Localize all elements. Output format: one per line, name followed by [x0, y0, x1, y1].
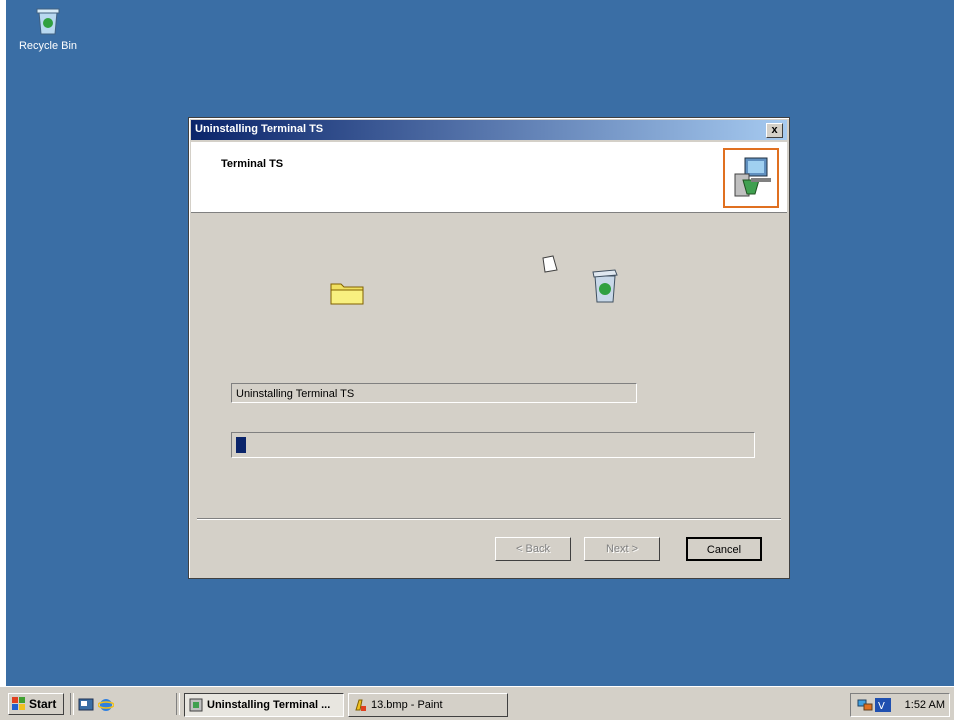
back-button[interactable]: < Back [495, 537, 571, 561]
taskbar-separator [70, 693, 74, 715]
task-label: Uninstalling Terminal ... [207, 699, 331, 711]
language-icon[interactable]: V [875, 698, 891, 712]
start-button[interactable]: Start [8, 693, 64, 715]
status-text: Uninstalling Terminal TS [231, 383, 637, 403]
flying-document-icon [539, 254, 559, 279]
paint-icon [353, 698, 367, 712]
recycle-bin-icon [34, 6, 62, 36]
setup-computer-icon [723, 148, 779, 208]
taskbar: Start Uninstalling Terminal ... 13.bmp -… [0, 686, 954, 720]
desktop-icon-recycle-bin[interactable]: Recycle Bin [16, 6, 80, 52]
start-label: Start [29, 697, 57, 711]
separator [197, 518, 781, 520]
next-button[interactable]: Next > [584, 537, 660, 561]
recycle-bin-icon [589, 268, 621, 307]
progress-bar [231, 432, 755, 458]
network-icon[interactable] [857, 698, 873, 712]
clock[interactable]: 1:52 AM [905, 699, 945, 711]
svg-text:V: V [878, 701, 885, 712]
close-button[interactable]: x [766, 123, 783, 138]
uninstall-dialog: Uninstalling Terminal TS x Terminal TS U… [188, 117, 790, 579]
taskbar-button-paint[interactable]: 13.bmp - Paint [348, 693, 508, 717]
internet-explorer-icon[interactable] [97, 697, 115, 713]
title-bar[interactable]: Uninstalling Terminal TS x [191, 120, 787, 140]
progress-fill [236, 437, 246, 453]
cancel-button[interactable]: Cancel [686, 537, 762, 561]
task-label: 13.bmp - Paint [371, 699, 443, 711]
system-tray: V 1:52 AM [850, 693, 950, 717]
show-desktop-icon[interactable] [78, 697, 94, 713]
dialog-header: Terminal TS [191, 142, 787, 213]
taskbar-separator [176, 693, 180, 715]
header-title: Terminal TS [221, 158, 284, 170]
dialog-title: Uninstalling Terminal TS [195, 123, 324, 135]
folder-icon [329, 278, 365, 309]
desktop[interactable]: Recycle Bin Uninstalling Terminal TS x T… [6, 0, 954, 686]
setup-icon [189, 698, 203, 712]
desktop-icon-label: Recycle Bin [18, 40, 78, 52]
taskbar-button-uninstall[interactable]: Uninstalling Terminal ... [184, 693, 344, 717]
windows-flag-icon [12, 697, 26, 711]
